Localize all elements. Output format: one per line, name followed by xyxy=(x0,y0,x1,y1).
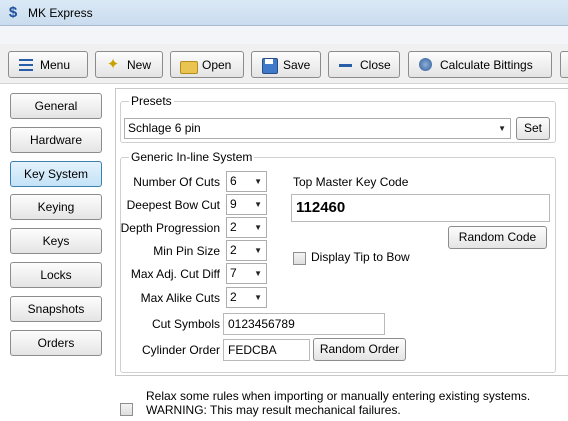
relax-rules-text: Relax some rules when importing or manua… xyxy=(146,389,530,417)
cylinder-order-input[interactable]: FEDCBA xyxy=(223,339,310,361)
menu-label: Menu xyxy=(40,57,71,72)
sidebar-item-snapshots[interactable]: Snapshots xyxy=(10,296,102,322)
calculate-label: Calculate Bittings xyxy=(440,57,533,72)
new-label: New xyxy=(127,57,152,72)
window-title: MK Express xyxy=(28,6,93,20)
min-pin-size-select[interactable]: 2 xyxy=(226,240,267,261)
presets-legend: Presets xyxy=(129,94,174,108)
top-master-key-code-label: Top Master Key Code xyxy=(293,175,409,189)
sidebar-item-locks[interactable]: Locks xyxy=(10,262,102,288)
key-system-panel: Presets Schlage 6 pin Set Generic In-lin… xyxy=(115,88,568,376)
max-adj-cut-diff-select[interactable]: 7 xyxy=(226,263,267,284)
top-master-key-code-input[interactable]: 112460 xyxy=(291,194,550,222)
set-button[interactable]: Set xyxy=(516,117,550,140)
number-of-cuts-select[interactable]: 6 xyxy=(226,171,267,192)
generic-inline-group: Generic In-line System Number Of Cuts 6 … xyxy=(120,150,556,373)
save-disk-icon xyxy=(260,56,278,74)
close-button[interactable]: Close xyxy=(328,51,400,78)
save-button[interactable]: Save xyxy=(251,51,321,78)
cut-symbols-label: Cut Symbols xyxy=(151,317,220,331)
open-button[interactable]: Open xyxy=(170,51,244,78)
generic-legend: Generic In-line System xyxy=(129,150,255,164)
toolbar: Menu ✦ New Open Save Close Calculate Bit… xyxy=(0,44,568,84)
depth-progression-select[interactable]: 2 xyxy=(226,217,267,238)
close-minus-icon xyxy=(337,56,355,74)
sidebar-item-orders[interactable]: Orders xyxy=(10,330,102,356)
calculate-bittings-button[interactable]: Calculate Bittings xyxy=(408,51,552,78)
presets-select[interactable]: Schlage 6 pin xyxy=(124,118,511,139)
display-tip-label: Display Tip to Bow xyxy=(311,250,410,264)
sidebar-item-keying[interactable]: Keying xyxy=(10,194,102,220)
relax-line-1: Relax some rules when importing or manua… xyxy=(146,389,531,403)
sidebar-item-key-system[interactable]: Key System xyxy=(10,161,102,187)
deepest-bow-cut-label: Deepest Bow Cut xyxy=(126,198,220,212)
display-tip-checkbox[interactable] xyxy=(293,252,306,265)
depth-progression-label: Depth Progression xyxy=(120,221,220,235)
save-label: Save xyxy=(283,57,311,72)
min-pin-size-label: Min Pin Size xyxy=(153,244,220,258)
sidebar-item-keys[interactable]: Keys xyxy=(10,228,102,254)
number-of-cuts-label: Number Of Cuts xyxy=(133,175,220,189)
close-label: Close xyxy=(360,57,391,72)
cut-symbols-input[interactable]: 0123456789 xyxy=(223,313,385,335)
open-folder-icon xyxy=(179,56,198,74)
presets-group: Presets Schlage 6 pin Set xyxy=(120,94,556,143)
random-code-button[interactable]: Random Code xyxy=(448,226,547,249)
max-adj-cut-diff-label: Max Adj. Cut Diff xyxy=(130,267,220,281)
random-order-button[interactable]: Random Order xyxy=(313,338,406,361)
title-gap xyxy=(0,26,568,44)
new-wand-icon: ✦ xyxy=(106,55,120,73)
relax-rules-checkbox[interactable] xyxy=(120,403,133,416)
relax-line-2: WARNING: This may result mechanical fail… xyxy=(146,403,401,417)
app-logo-icon: $ xyxy=(8,4,18,21)
menu-button[interactable]: Menu xyxy=(8,51,88,78)
max-alike-cuts-select[interactable]: 2 xyxy=(226,287,267,308)
max-alike-cuts-label: Max Alike Cuts xyxy=(140,291,220,305)
open-label: Open xyxy=(202,57,232,72)
menu-icon xyxy=(17,56,35,74)
new-button[interactable]: ✦ New xyxy=(95,51,163,78)
cylinder-order-label: Cylinder Order xyxy=(141,343,220,357)
overflow-button[interactable] xyxy=(560,51,568,78)
title-bar: $ MK Express xyxy=(0,0,568,26)
calculate-gear-icon xyxy=(417,56,435,74)
sidebar-item-hardware[interactable]: Hardware xyxy=(10,127,102,153)
sidebar-item-general[interactable]: General xyxy=(10,93,102,119)
deepest-bow-cut-select[interactable]: 9 xyxy=(226,194,267,215)
